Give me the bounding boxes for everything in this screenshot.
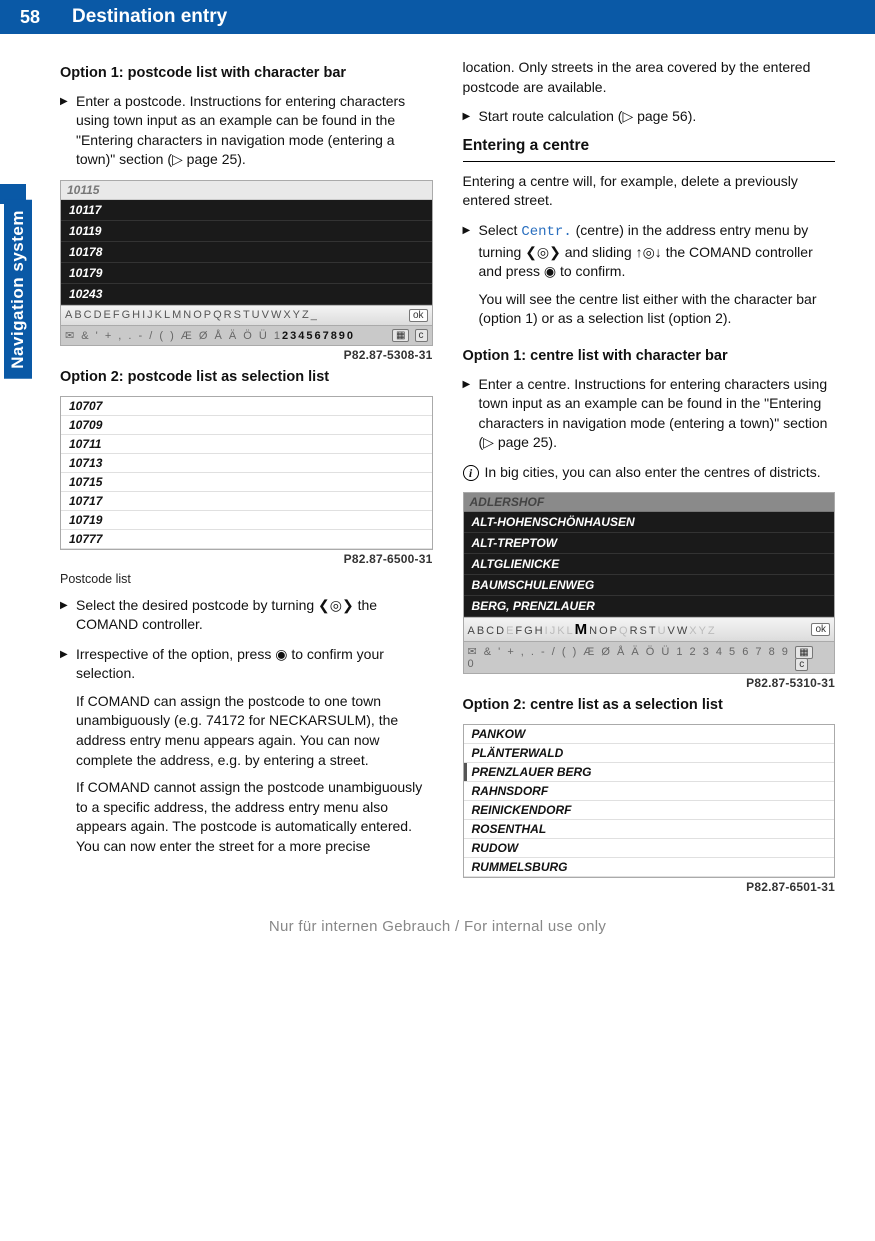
fig1-row: 10119 (61, 221, 432, 242)
step-select-postcode: Select the desired postcode by turning ❮… (60, 596, 433, 635)
fig1-row: 10243 (61, 284, 432, 305)
fig1-row: 10178 (61, 242, 432, 263)
header-title: Destination entry (60, 6, 227, 28)
fig4-row: RUMMELSBURG (464, 858, 835, 877)
clear-icon: c (795, 658, 808, 671)
fig4-row-selected: PRENZLAUER BERG (464, 763, 835, 782)
continuation: location. Only streets in the area cover… (463, 58, 836, 97)
fig3-row: BAUMSCHULENWEG (464, 575, 835, 596)
fig4-row: REINICKENDORF (464, 801, 835, 820)
flag-icon: ▦ (392, 329, 409, 342)
right-column: location. Only streets in the area cover… (463, 58, 836, 900)
figure-caption: Postcode list (60, 572, 433, 586)
step-arrow-icon (60, 645, 76, 865)
clear-icon: c (415, 329, 428, 342)
fig2-row: 10715 (61, 473, 432, 492)
fig4-row: RAHNSDORF (464, 782, 835, 801)
heading-centre-option1: Option 1: centre list with character bar (463, 347, 836, 367)
heading-entering-centre: Entering a centre (463, 137, 836, 155)
fig2-row: 10717 (61, 492, 432, 511)
menu-label-centr: Centr. (521, 224, 571, 240)
step-text: Select the desired postcode by turning ❮… (76, 596, 433, 635)
figure-postcode-charbar: 10115 10117 10119 10178 10179 10243 ABCD… (60, 180, 433, 346)
fig4-row: RUDOW (464, 839, 835, 858)
ok-icon: ok (811, 623, 830, 636)
fig2-row: 10713 (61, 454, 432, 473)
fig2-row: 10777 (61, 530, 432, 549)
fig1-sym: ✉ & ' + , . - / ( ) Æ Ø Å Ä Ö Ü 12345678… (65, 329, 355, 342)
fig1-sym-bar: ✉ & ' + , . - / ( ) Æ Ø Å Ä Ö Ü 12345678… (61, 325, 432, 345)
page-header: 58 Destination entry (0, 0, 875, 34)
left-column: Option 1: postcode list with character b… (60, 58, 433, 900)
fig1-tail: ▦ c (392, 329, 428, 341)
fig3-row: ALTGLIENICKE (464, 554, 835, 575)
fig4-row: PLÄNTERWALD (464, 744, 835, 763)
note-text: In big cities, you can also enter the ce… (485, 463, 836, 483)
page-number: 58 (0, 7, 60, 28)
step-route-calc: Start route calculation (▷ page 56). (463, 107, 836, 127)
fig2-ref: P82.87-6500-31 (60, 552, 433, 566)
fig2-row: 10707 (61, 397, 432, 416)
fig3-alpha: ABCDEFGHIJKLMNOPQRSTUVWXYZ (468, 621, 717, 638)
figure-postcode-list: 10707 10709 10711 10713 10715 10717 1071… (60, 396, 433, 550)
fig4-ref: P82.87-6501-31 (463, 880, 836, 894)
heading-option2: Option 2: postcode list as selection lis… (60, 368, 433, 388)
heading-centre-option2: Option 2: centre list as a selection lis… (463, 696, 836, 716)
step-text: Enter a centre. Instructions for enterin… (479, 375, 836, 453)
step-text: Select Centr. (centre) in the address en… (479, 221, 836, 337)
fig3-row: BERG, PRENZLAUER (464, 596, 835, 617)
divider (463, 161, 836, 162)
fig3-row: ALT-TREPTOW (464, 533, 835, 554)
step-confirm: Irrespective of the option, press ◉ to c… (60, 645, 433, 865)
step-text: Irrespective of the option, press ◉ to c… (76, 645, 433, 865)
step-enter-centre: Enter a centre. Instructions for enterin… (463, 375, 836, 453)
figure-centre-charbar: ADLERSHOF ALT-HOHENSCHÖNHAUSEN ALT-TREPT… (463, 492, 836, 674)
info-note: i In big cities, you can also enter the … (463, 463, 836, 483)
fig3-header: ADLERSHOF (464, 493, 835, 512)
step-text: Enter a postcode. Instructions for enter… (76, 92, 433, 170)
centre-intro: Entering a centre will, for example, del… (463, 172, 836, 211)
fig3-sym: ✉ & ' + , . - / ( ) Æ Ø Å Ä Ö Ü 1 2 3 4 … (468, 645, 796, 670)
fig3-row: ALT-HOHENSCHÖNHAUSEN (464, 512, 835, 533)
fig3-alpha-bar: ABCDEFGHIJKLMNOPQRSTUVWXYZ ok (464, 617, 835, 641)
fig3-ref: P82.87-5310-31 (463, 676, 836, 690)
fig1-row: 10179 (61, 263, 432, 284)
step-arrow-icon (60, 596, 76, 635)
fig2-row: 10719 (61, 511, 432, 530)
step-arrow-icon (60, 92, 76, 170)
fig1-row: 10117 (61, 200, 432, 221)
fig1-alpha: ABCDEFGHIJKLMNOPQRSTUVWXYZ_ (65, 309, 319, 321)
step-arrow-icon (463, 375, 479, 453)
fig1-ref: P82.87-5308-31 (60, 348, 433, 362)
heading-option1: Option 1: postcode list with character b… (60, 64, 433, 84)
body: Option 1: postcode list with character b… (0, 34, 875, 900)
step-select-centre: Select Centr. (centre) in the address en… (463, 221, 836, 337)
step-arrow-icon (463, 107, 479, 127)
fig4-row: ROSENTHAL (464, 820, 835, 839)
fig2-row: 10709 (61, 416, 432, 435)
step-text: Start route calculation (▷ page 56). (479, 107, 836, 127)
fig1-current: 10115 (61, 181, 432, 200)
ok-icon: ok (409, 309, 428, 322)
figure-centre-list: PANKOW PLÄNTERWALD PRENZLAUER BERG RAHNS… (463, 724, 836, 878)
footer-watermark: Nur für internen Gebrauch / For internal… (0, 918, 875, 935)
info-icon: i (463, 463, 485, 483)
step-arrow-icon (463, 221, 479, 337)
fig2-row: 10711 (61, 435, 432, 454)
fig3-sym-bar: ✉ & ' + , . - / ( ) Æ Ø Å Ä Ö Ü 1 2 3 4 … (464, 641, 835, 673)
fig4-row: PANKOW (464, 725, 835, 744)
fig1-alpha-bar: ABCDEFGHIJKLMNOPQRSTUVWXYZ_ ok (61, 305, 432, 325)
step-enter-postcode: Enter a postcode. Instructions for enter… (60, 92, 433, 170)
